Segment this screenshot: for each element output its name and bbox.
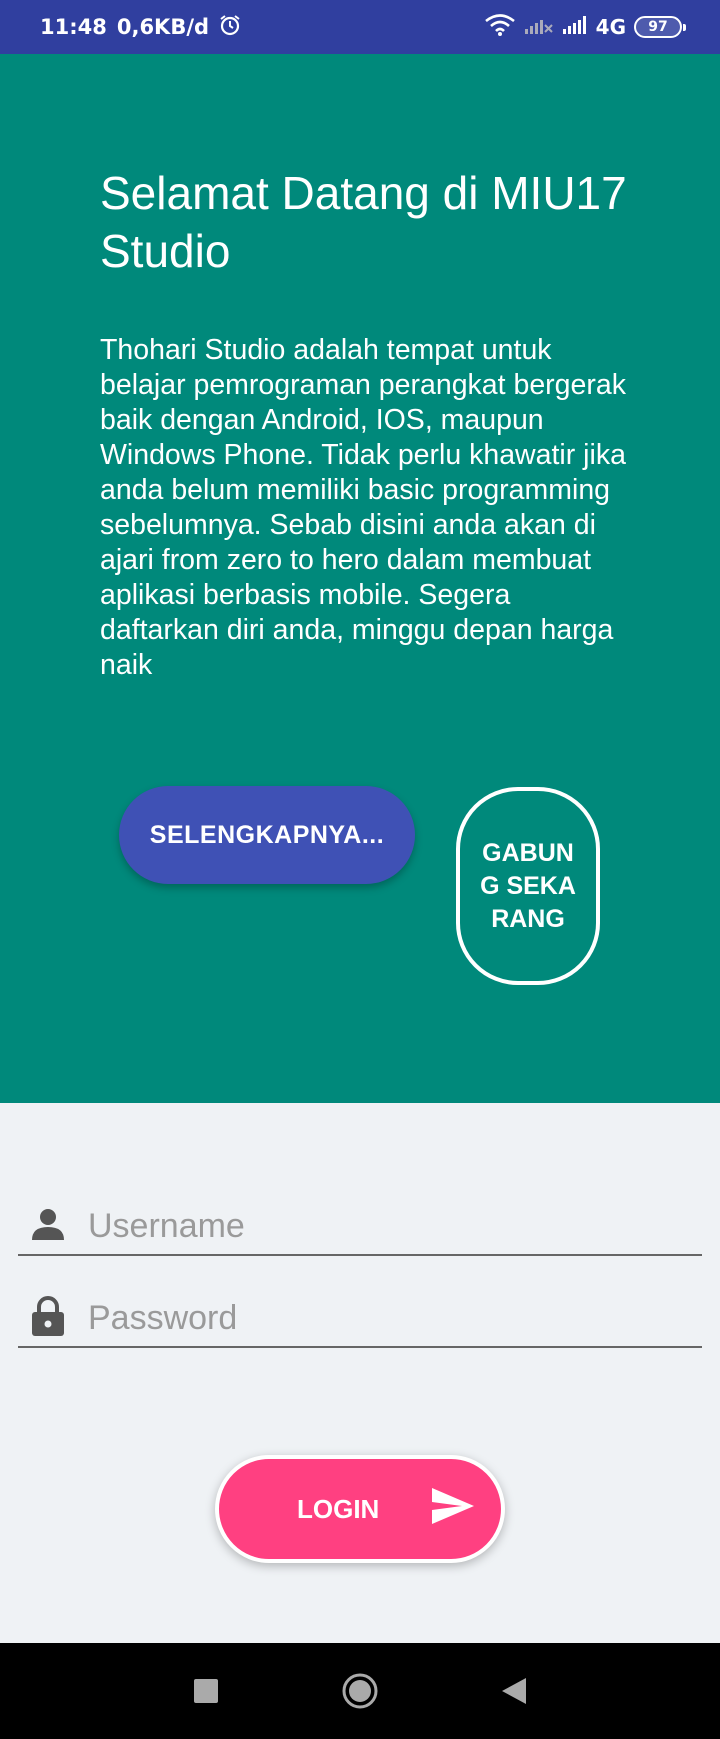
status-time: 11:48 — [40, 15, 107, 39]
username-input[interactable] — [88, 1198, 702, 1254]
battery-icon: 97 — [634, 16, 686, 38]
join-now-button[interactable]: GABUNG SEKARANG — [456, 787, 600, 985]
network-type: 4G — [595, 15, 626, 39]
signal-icon — [562, 15, 588, 40]
password-field[interactable] — [18, 1276, 702, 1348]
back-icon[interactable] — [494, 1671, 534, 1711]
status-bar: 11:48 0,6KB/d 4G 97 — [0, 0, 720, 54]
alarm-icon — [219, 14, 241, 41]
lock-icon — [24, 1294, 72, 1346]
person-icon — [24, 1202, 72, 1254]
welcome-title: Selamat Datang di MIU17 Studio — [100, 167, 627, 277]
signal-off-icon — [524, 15, 554, 40]
username-field[interactable] — [18, 1184, 702, 1256]
login-button[interactable]: LOGIN — [215, 1455, 505, 1563]
welcome-banner: Selamat Datang di MIU17 Studio Thohari S… — [0, 54, 720, 1103]
send-icon — [431, 1487, 475, 1532]
more-button[interactable]: SELENGKAPNYA... — [119, 786, 415, 884]
battery-level: 97 — [648, 19, 668, 35]
password-input[interactable] — [88, 1290, 702, 1346]
welcome-description: Thohari Studio adalah tempat untuk belaj… — [100, 334, 626, 681]
home-icon[interactable] — [340, 1671, 380, 1711]
wifi-icon — [484, 13, 516, 41]
status-data-rate: 0,6KB/d — [116, 15, 210, 39]
navigation-bar — [0, 1643, 720, 1739]
recent-apps-icon[interactable] — [186, 1671, 226, 1711]
login-button-label: LOGIN — [297, 1493, 380, 1524]
